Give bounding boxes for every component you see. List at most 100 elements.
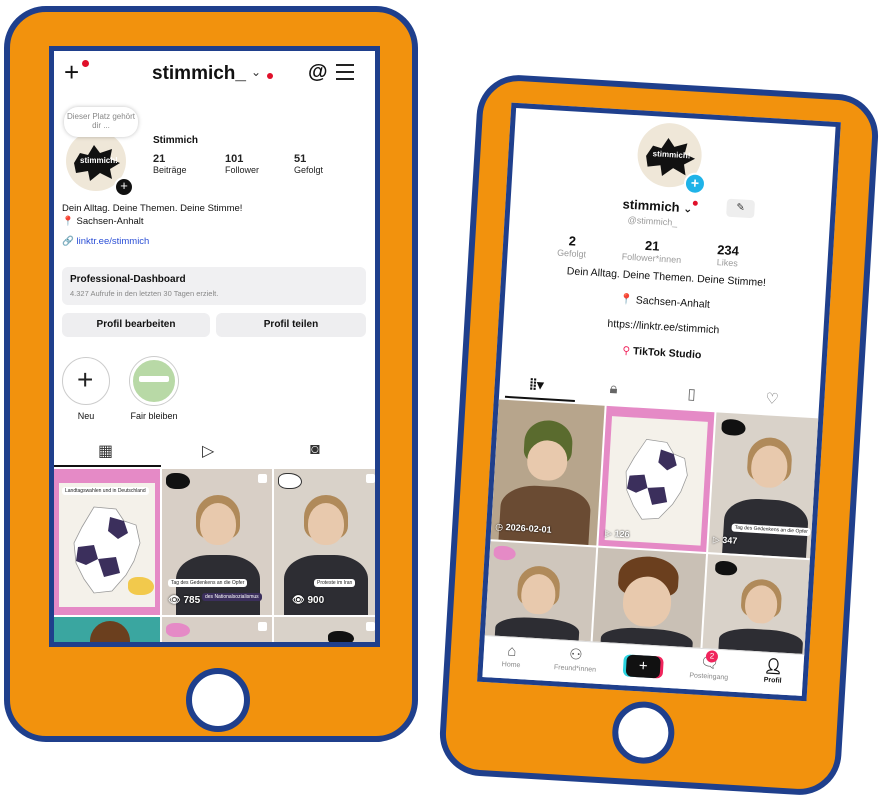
tab-grid-icon[interactable]: ▦ bbox=[98, 441, 113, 461]
share-profile-button[interactable]: Profil teilen bbox=[216, 313, 366, 337]
tile-caption: Tag des Gedenkens an die Opfer bbox=[168, 579, 248, 587]
threads-icon[interactable]: @ bbox=[308, 61, 328, 84]
bio-location-text: Sachsen-Anhalt bbox=[635, 294, 711, 311]
stat-posts[interactable]: 21 Beiträge bbox=[153, 153, 187, 175]
post-tile-row2-3[interactable] bbox=[274, 617, 375, 642]
create-post-icon[interactable]: + bbox=[64, 59, 79, 85]
reel-icon bbox=[258, 474, 267, 483]
stat-following[interactable]: 2 Gefolgt bbox=[551, 232, 592, 259]
highlight-fair-bleiben[interactable] bbox=[130, 357, 178, 405]
new-highlight-label: Neu bbox=[77, 411, 95, 421]
dashboard-subtitle: 4.327 Aufrufe in den letzten 30 Tagen er… bbox=[70, 289, 219, 298]
profile-username-text: stimmich bbox=[622, 196, 681, 215]
tile-caption: Proteste im Iran bbox=[314, 579, 356, 587]
add-icon[interactable]: + bbox=[683, 172, 707, 196]
edit-profile-button[interactable]: ✎ bbox=[726, 198, 756, 219]
highlight-fair-label: Fair bleiben bbox=[130, 411, 178, 421]
video-tile-1[interactable]: ◷ 2026-02-01 bbox=[490, 399, 605, 546]
view-count: 👁 785 bbox=[168, 595, 200, 606]
stimmich-logo-icon bbox=[166, 473, 190, 489]
stat-likes[interactable]: 234 Likes bbox=[707, 242, 748, 269]
video-tile-6[interactable] bbox=[702, 554, 820, 657]
location-pin-icon: 📍 bbox=[619, 293, 634, 307]
notification-dot-icon bbox=[82, 60, 89, 67]
profile-tabs: ▦ ▷ ◙ bbox=[54, 437, 375, 467]
stimmich-logo-icon bbox=[278, 473, 302, 489]
bio-link-text[interactable]: linktr.ee/stimmich bbox=[76, 236, 149, 247]
create-button[interactable]: + bbox=[625, 654, 661, 679]
tab-videos-icon[interactable]: ⦙⦙▾ bbox=[529, 375, 544, 394]
clock-icon: ◷ bbox=[494, 521, 504, 532]
video-tile-5[interactable] bbox=[592, 547, 707, 650]
eye-icon: 👁 bbox=[168, 595, 181, 606]
bio-location: 📍 Sachsen-Anhalt bbox=[62, 216, 144, 227]
pencil-icon: ✎ bbox=[736, 202, 746, 214]
germany-map-icon bbox=[625, 438, 688, 520]
video-tile-3[interactable]: Tag des Gedenkens an die Opfer ▷ 347 bbox=[708, 412, 829, 559]
bio-location-text: Sachsen-Anhalt bbox=[76, 216, 144, 227]
link-icon: 🔗 bbox=[62, 236, 74, 247]
video-date-text: 2026-02-01 bbox=[505, 522, 552, 535]
view-count-value: 900 bbox=[307, 595, 325, 606]
menu-icon[interactable] bbox=[336, 64, 354, 85]
nav-home-label: Home bbox=[501, 661, 521, 670]
post-tile-row2-1[interactable] bbox=[54, 617, 160, 642]
stat-following-label: Gefolgt bbox=[294, 165, 324, 175]
nav-inbox-label: Posteingang bbox=[689, 672, 729, 682]
video-tile-4[interactable] bbox=[484, 541, 597, 644]
instagram-screen: + stimmich_ ⌄ @ stimmich! Dieser Platz g… bbox=[49, 46, 380, 647]
stat-following-value: 51 bbox=[294, 153, 307, 165]
stat-followers[interactable]: 101 Follower bbox=[225, 153, 259, 175]
tab-reels-icon[interactable]: ▷ bbox=[202, 441, 214, 461]
chevron-down-icon[interactable]: ⌄ bbox=[251, 65, 261, 79]
display-name: Stimmich bbox=[153, 135, 199, 146]
nav-home[interactable]: ⌂ Home bbox=[491, 640, 533, 669]
tiktok-screen: stimmich! + stimmich ⌄ ✎ @stimmich_ 2 Ge… bbox=[477, 102, 841, 702]
home-icon: ⌂ bbox=[506, 642, 517, 660]
nav-friends-label: Freund*innen bbox=[553, 664, 597, 674]
instagram-header: + stimmich_ ⌄ @ bbox=[54, 51, 375, 95]
play-icon: ▷ bbox=[604, 527, 613, 539]
stat-following[interactable]: 51 Gefolgt bbox=[294, 153, 323, 175]
profile-username[interactable]: stimmich ⌄ bbox=[622, 196, 698, 216]
edit-profile-button[interactable]: Profil bearbeiten bbox=[62, 313, 210, 337]
account-notification-dot-icon bbox=[267, 73, 273, 79]
nav-profile-label: Profil bbox=[763, 676, 782, 685]
video-tile-2[interactable]: ▷ 126 bbox=[598, 405, 715, 553]
tile-subcaption: des Nationalsozialismus bbox=[202, 593, 262, 601]
tab-private-icon[interactable]: 🔒︎ bbox=[609, 380, 618, 397]
bio-link[interactable]: 🔗 linktr.ee/stimmich bbox=[62, 236, 149, 247]
profile-username[interactable]: stimmich_ bbox=[152, 63, 246, 85]
stat-posts-value: 21 bbox=[153, 153, 166, 165]
home-button[interactable] bbox=[186, 668, 250, 732]
tab-liked-icon[interactable]: ♡ bbox=[765, 389, 779, 408]
highlight-thumbnail-icon bbox=[139, 376, 169, 382]
post-tile-map[interactable]: Landtagswahlen und in Deutschland bbox=[54, 469, 160, 615]
post-tile-iran[interactable]: Proteste im Iran 👁 900 bbox=[274, 469, 375, 615]
tab-tagged-icon[interactable]: ◙ bbox=[310, 441, 320, 459]
stat-followers[interactable]: 21 Follower*innen bbox=[611, 236, 692, 266]
home-button[interactable] bbox=[610, 699, 677, 766]
map-caption: Landtagswahlen und in Deutschland bbox=[62, 487, 149, 495]
tiktok-studio-link[interactable]: ⚲ TikTok Studio bbox=[502, 338, 822, 369]
play-icon: ▷ bbox=[712, 534, 721, 545]
studio-icon: ⚲ bbox=[622, 344, 631, 358]
stat-posts-label: Beiträge bbox=[153, 165, 187, 175]
nav-friends[interactable]: ⚇ Freund*innen bbox=[545, 644, 606, 675]
new-highlight-button[interactable]: + bbox=[62, 357, 110, 405]
reel-icon bbox=[366, 474, 375, 483]
tab-saved-icon[interactable]: ▯ bbox=[687, 385, 696, 403]
profile-handle: @stimmich_ bbox=[627, 214, 678, 228]
plus-icon: + bbox=[77, 364, 94, 395]
view-count-value: 347 bbox=[722, 534, 738, 546]
stimmich-logo-icon bbox=[714, 560, 738, 576]
professional-dashboard[interactable]: Professional-Dashboard 4.327 Aufrufe in … bbox=[62, 267, 366, 305]
bio-link[interactable]: https://linktr.ee/stimmich bbox=[503, 312, 823, 343]
post-tile-gedenken[interactable]: Tag des Gedenkens an die Opfer des Natio… bbox=[162, 469, 272, 615]
view-count-value: 785 bbox=[183, 595, 201, 606]
stat-followers-label: Follower bbox=[225, 165, 260, 175]
note-bubble[interactable]: Dieser Platz gehört dir ... bbox=[64, 107, 138, 137]
post-tile-row2-2[interactable] bbox=[162, 617, 272, 642]
nav-profile[interactable]: 👤︎ Profil bbox=[752, 656, 794, 685]
add-story-icon[interactable]: + bbox=[114, 177, 134, 197]
